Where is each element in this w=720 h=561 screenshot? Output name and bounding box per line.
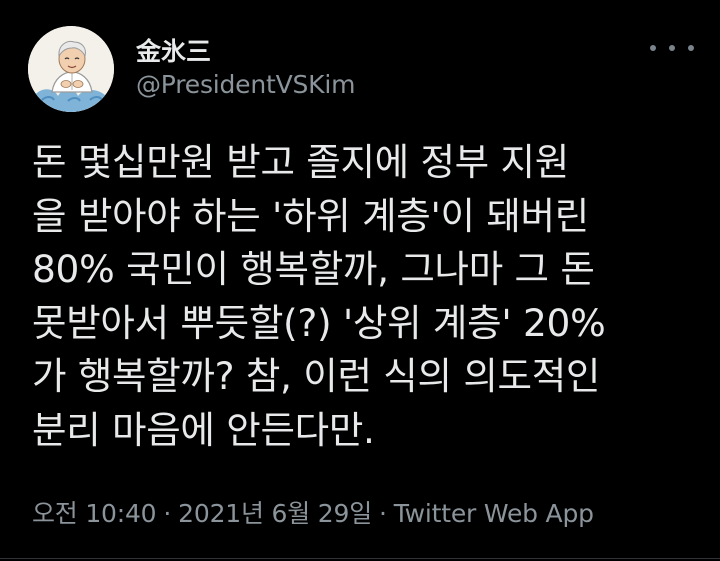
tweet-text-line: 돈 몇십만원 받고 졸지에 정부 지원 [32,140,569,184]
tweet-time[interactable]: 오전 10:40 [32,499,157,528]
meta-separator: · [163,499,172,528]
tweet-text-line: 못받아서 뿌듯할(?) '상위 계층' 20% [32,300,606,345]
ellipsis-dot-icon [669,45,675,51]
tweet-text-line: 을 받아야 하는 '하위 계층'이 돼버린 [32,193,589,238]
tweet-date[interactable]: 2021년 6월 29일 [178,499,372,528]
tweet-text-line: 80% 국민이 행복할까, 그나마 그 돈 [32,247,595,291]
tweet-metadata: 오전 10:40 · 2021년 6월 29일 · Twitter Web App [32,494,594,530]
meta-separator: · [379,499,387,528]
tweet-text: 돈 몇십만원 받고 졸지에 정부 지원 을 받아야 하는 '하위 계층'이 돼버… [32,136,702,457]
ellipsis-dot-icon [688,45,694,51]
avatar-caricature-icon [28,26,114,112]
more-options-button[interactable] [650,36,694,60]
avatar[interactable] [28,26,114,112]
user-handle[interactable]: @PresidentVSKim [136,70,355,99]
tweet-text-line: 가 행복할까? 참, 이런 식의 의도적인 [32,354,601,398]
tweet-text-line: 분리 마음에 안든다만. [32,407,375,452]
tweet: 金氷三 @PresidentVSKim 돈 몇십만원 받고 졸지에 정부 지원 … [0,0,720,561]
display-name[interactable]: 金氷三 [136,32,211,68]
divider [0,558,720,559]
ellipsis-dot-icon [650,45,656,51]
tweet-source-link[interactable]: Twitter Web App [394,499,594,528]
